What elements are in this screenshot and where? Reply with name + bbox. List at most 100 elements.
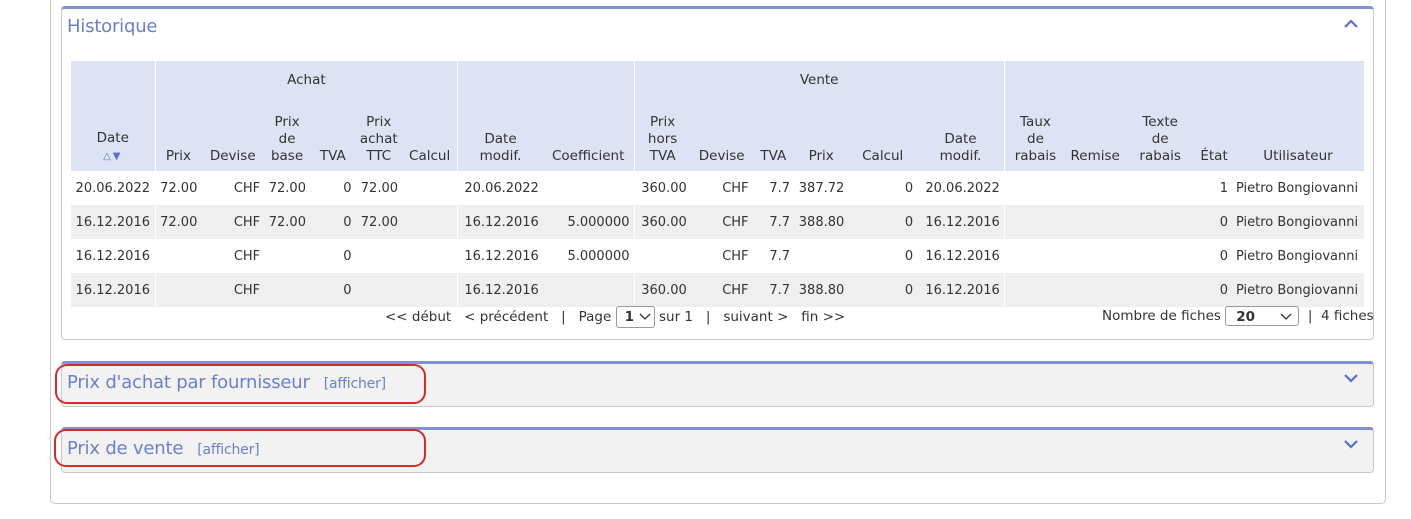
table-cell: 72.00 bbox=[160, 180, 198, 196]
table-cell: CHF bbox=[722, 248, 749, 264]
page-select-value: 1 bbox=[624, 309, 634, 325]
column-header: TVA bbox=[309, 95, 356, 171]
table-cell: Pietro Bongiovanni bbox=[1231, 205, 1364, 239]
table-cell: 16.12.2016 bbox=[71, 239, 156, 273]
group-header-achat: Achat bbox=[155, 61, 459, 95]
sort-icon[interactable]: △▼ bbox=[103, 151, 122, 162]
column-header: Taux de rabais bbox=[1004, 95, 1067, 171]
table-cell: 0 bbox=[343, 180, 352, 196]
table-cell bbox=[1004, 239, 1066, 273]
table-cell: 7.7 bbox=[752, 273, 795, 307]
table-cell bbox=[1066, 171, 1124, 205]
column-header: Prix de base bbox=[264, 95, 310, 171]
table-cell bbox=[402, 239, 459, 273]
table-cell: 7.7 bbox=[769, 248, 791, 264]
table-cell: 20.06.2022 bbox=[71, 171, 156, 205]
records-per-page-select[interactable]: 20 bbox=[1225, 306, 1300, 326]
chevron-down-icon bbox=[1280, 313, 1292, 320]
table-cell: 0 bbox=[1196, 205, 1232, 239]
table-cell bbox=[264, 273, 310, 307]
highlight-oval bbox=[55, 364, 426, 404]
table-cell: 16.12.2016 bbox=[917, 239, 1005, 273]
table-cell: 5.000000 bbox=[542, 239, 635, 273]
table-cell bbox=[1066, 239, 1124, 273]
column-header: Prix bbox=[155, 95, 202, 171]
column-header: Devise bbox=[690, 95, 753, 171]
table-cell: 72.00 bbox=[268, 180, 306, 196]
table-cell bbox=[356, 239, 402, 273]
table-cell: 360.00 bbox=[634, 273, 691, 307]
column-header: Date modif. bbox=[457, 95, 543, 171]
chevron-up-icon[interactable] bbox=[1343, 17, 1359, 29]
table-cell: 0 bbox=[309, 273, 356, 307]
table-cell bbox=[634, 239, 691, 273]
pager-page-label: Page bbox=[578, 309, 612, 325]
pager-separator: | bbox=[705, 309, 711, 325]
table-cell bbox=[155, 273, 202, 307]
table-cell: CHF bbox=[690, 205, 753, 239]
pager-separator: | bbox=[1307, 308, 1313, 324]
table-column-header-row: Date △▼ Prix Devise Prix de base TVA Prix achat TT… bbox=[71, 95, 1364, 171]
table-cell bbox=[1004, 273, 1067, 307]
table-group-header-row: Achat Vente bbox=[71, 61, 1364, 95]
table-cell bbox=[1124, 239, 1196, 273]
chevron-down-icon bbox=[639, 313, 651, 320]
table-cell: 7.7 bbox=[752, 205, 795, 239]
column-header[interactable]: Date △▼ bbox=[71, 95, 156, 171]
table-cell: CHF bbox=[722, 180, 749, 196]
table-row[interactable]: 16.12.2016 72.00 CHF 72.00 0 72.00 16.12.2016 5… bbox=[71, 205, 1364, 239]
table-body: 20.06.2022 72.00 CHF 72.00 0 72.00 20.06.2022 3… bbox=[71, 171, 1364, 307]
table-cell: 20.06.2022 bbox=[464, 180, 539, 196]
table-cell: 0 bbox=[848, 273, 918, 307]
table-cell: 16.12.2016 bbox=[71, 205, 156, 239]
table-row[interactable]: 16.12.2016 CHF 0 16.12.2016 5.000000 CHF 7.7 0 1… bbox=[71, 239, 1364, 273]
table-cell bbox=[402, 273, 459, 307]
page-select[interactable]: 1 bbox=[615, 306, 655, 328]
table-row[interactable]: 16.12.2016 CHF 0 16.12.2016 360.00 CHF 7.7 388.… bbox=[71, 273, 1364, 307]
chevron-down-icon[interactable] bbox=[1343, 438, 1359, 450]
table-cell: 0 bbox=[848, 205, 918, 239]
table-cell: 72.00 bbox=[355, 205, 402, 239]
table-cell: 0 bbox=[904, 248, 914, 264]
table-cell bbox=[1066, 205, 1125, 239]
column-header: Date modif. bbox=[917, 95, 1005, 171]
table-cell bbox=[1124, 171, 1196, 205]
table-cell bbox=[1124, 273, 1197, 307]
table-cell: 5.000000 bbox=[542, 205, 635, 239]
table-cell: 72.00 bbox=[264, 205, 310, 239]
table-cell: 16.12.2016 bbox=[457, 273, 543, 307]
table-cell: CHF bbox=[690, 273, 753, 307]
table-cell: 16.12.2016 bbox=[917, 205, 1005, 239]
highlight-oval bbox=[54, 429, 426, 467]
table-cell: 20.06.2022 bbox=[917, 171, 1005, 205]
pager-prev-link[interactable]: < précédent bbox=[464, 309, 548, 325]
chevron-down-icon[interactable] bbox=[1343, 372, 1359, 384]
table-cell: 360.00 bbox=[634, 205, 691, 239]
table-cell bbox=[1066, 273, 1125, 307]
pager-last-link[interactable]: fin >> bbox=[801, 309, 845, 325]
table-cell: 388.80 bbox=[794, 205, 849, 239]
pager-next-link[interactable]: suivant > bbox=[723, 309, 788, 325]
table-row[interactable]: 20.06.2022 72.00 CHF 72.00 0 72.00 20.06.2022 3… bbox=[71, 171, 1364, 205]
table-cell bbox=[542, 273, 635, 307]
table-cell bbox=[1004, 171, 1066, 205]
pagination: << début < précédent | Page 1 sur 1 | su… bbox=[385, 306, 845, 328]
table-cell: 72.00 bbox=[155, 205, 202, 239]
table-cell bbox=[542, 171, 635, 205]
table-cell: 0 bbox=[1219, 248, 1228, 264]
table-cell bbox=[155, 239, 201, 273]
table-cell bbox=[355, 273, 402, 307]
table-cell: Pietro Bongiovanni bbox=[1235, 180, 1359, 196]
table-cell bbox=[794, 239, 848, 273]
table-cell: CHF bbox=[233, 180, 261, 196]
history-table: Achat Vente Date △▼ Prix Devise Prix de base TV… bbox=[71, 61, 1364, 307]
table-cell: 16.12.2016 bbox=[71, 273, 156, 307]
column-header: Calcul bbox=[402, 95, 459, 171]
table-cell: 360.00 bbox=[641, 180, 687, 196]
pager-first-link[interactable]: << début bbox=[385, 309, 451, 325]
table-cell: 7.7 bbox=[769, 180, 791, 196]
column-header: Prix achat TTC bbox=[355, 95, 402, 171]
table-cell bbox=[1124, 205, 1197, 239]
table-cell: 0 bbox=[343, 248, 352, 264]
group-header-vente: Vente bbox=[634, 61, 1005, 95]
